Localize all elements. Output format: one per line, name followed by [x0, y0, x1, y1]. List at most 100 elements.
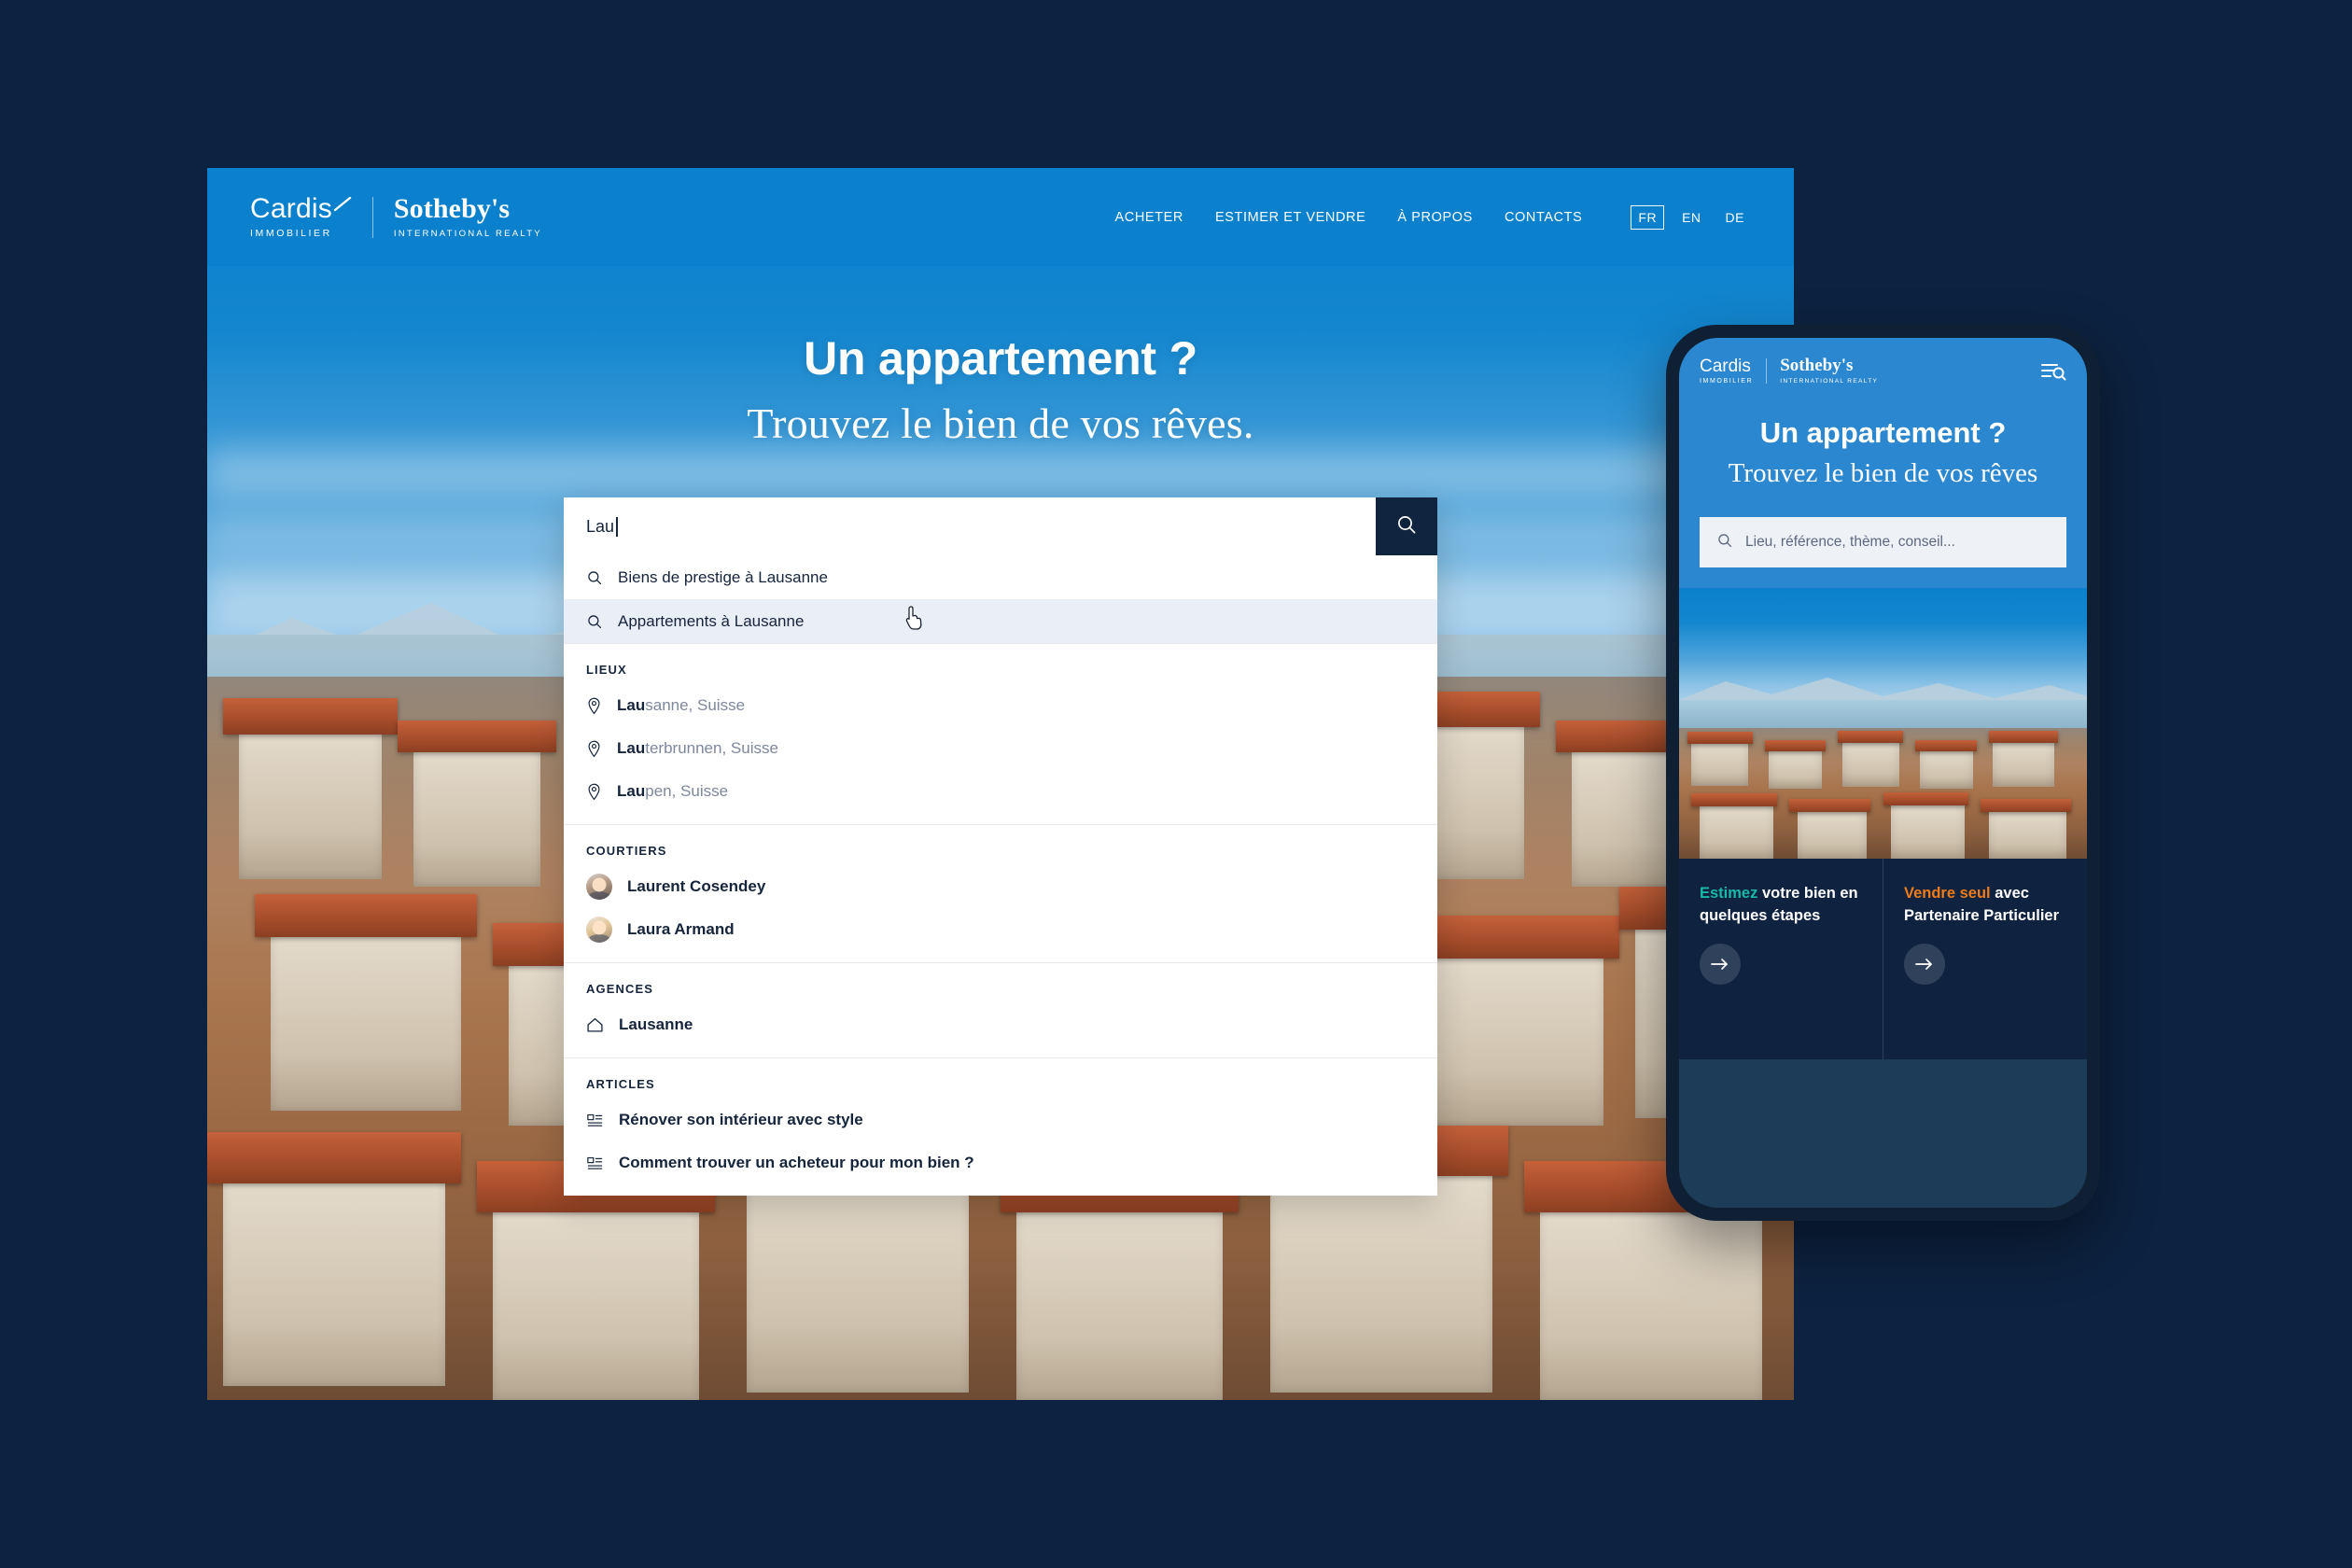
suggestion-label: Biens de prestige à Lausanne [618, 567, 828, 586]
language-switcher: FR EN DE [1631, 204, 1751, 230]
item-rest: sanne, Suisse [645, 696, 746, 714]
page-canvas: Cardis IMMOBILIER Sotheby's INTERNATIONA… [0, 0, 2352, 1568]
group-label: ARTICLES [586, 1077, 655, 1091]
search-icon [586, 569, 603, 586]
item-rest: terbrunnen, Suisse [645, 739, 778, 757]
list-item[interactable]: Laupen, Suisse [564, 770, 1437, 813]
search-bar: Lau [564, 497, 1437, 555]
list-item[interactable]: Lausanne, Suisse [564, 684, 1437, 727]
nav-item-contacts[interactable]: CONTACTS [1505, 210, 1582, 225]
mobile-brand-logo[interactable]: Cardis IMMOBILIER Sotheby's INTERNATIONA… [1700, 357, 2066, 385]
cardis-swoosh-icon [333, 189, 352, 212]
search-input[interactable]: Lau [564, 497, 1376, 555]
avatar [586, 917, 612, 943]
desktop-mockup: Cardis IMMOBILIER Sotheby's INTERNATIONA… [207, 168, 1794, 1400]
sothebys-wordmark: Sotheby's [1780, 356, 1854, 375]
lang-de[interactable]: DE [1719, 206, 1751, 229]
hero-line-2: Trouvez le bien de vos rêves. [747, 399, 1254, 447]
list-item[interactable]: Comment trouver un acheteur pour mon bie… [564, 1141, 1437, 1184]
mobile-hero-line-1: Un appartement ? [1759, 416, 2007, 449]
suggestion-row[interactable]: Appartements à Lausanne [564, 599, 1437, 643]
suggestion-row[interactable]: Biens de prestige à Lausanne [564, 555, 1437, 599]
mobile-hero-line-2: Trouvez le bien de vos rêves [1728, 458, 2038, 488]
arrow-right-icon[interactable] [1904, 944, 1945, 986]
sothebys-tagline: INTERNATIONAL REALTY [393, 229, 542, 239]
suggestion-group-articles: ARTICLES Rénover son intérieur avec styl… [564, 1057, 1437, 1196]
nav-item-estimer-et-vendre[interactable]: ESTIMER ET VENDRE [1215, 210, 1365, 225]
map-pin-icon [586, 697, 602, 715]
article-icon [586, 1155, 604, 1171]
cardis-tagline: IMMOBILIER [1700, 377, 1754, 385]
suggestion-group-courtiers: COURTIERS Laurent Cosendey Laura Armand [564, 824, 1437, 962]
lang-en[interactable]: EN [1675, 206, 1707, 229]
menu-search-icon[interactable] [2040, 360, 2066, 387]
list-item[interactable]: Rénover son intérieur avec style [564, 1099, 1437, 1141]
search-suggestions-dropdown: Biens de prestige à Lausanne Appartement… [564, 555, 1437, 1196]
mobile-search-input[interactable]: Lieu, référence, thème, conseil... [1700, 517, 2066, 568]
list-item[interactable]: Lausanne [564, 1003, 1437, 1046]
search-icon [1716, 532, 1733, 553]
group-label: COURTIERS [586, 844, 667, 858]
list-item[interactable]: Laurent Cosendey [564, 865, 1437, 908]
cardis-logo: Cardis IMMOBILIER [250, 195, 352, 239]
mobile-cta-cards: Estimez votre bien en quelques étapes Ve… [1679, 859, 2087, 1060]
group-label: AGENCES [586, 982, 653, 996]
cta-card-vendre-seul[interactable]: Vendre seul avec Partenaire Particulier [1883, 859, 2087, 1060]
logo-divider [371, 196, 373, 238]
item-prefix: Lau [617, 739, 646, 757]
text-caret [616, 516, 618, 537]
lang-fr[interactable]: FR [1631, 204, 1665, 230]
item-prefix: Lau [617, 782, 646, 800]
rooftops [1679, 728, 2087, 860]
map-pin-icon [586, 783, 602, 801]
mobile-hero-title: Un appartement ? Trouvez le bien de vos … [1679, 385, 2087, 518]
item-prefix: Comment trouver un acheteur pour mon bie… [619, 1154, 974, 1171]
article-icon [586, 1113, 604, 1128]
mobile-header: Cardis IMMOBILIER Sotheby's INTERNATIONA… [1679, 338, 2087, 385]
home-icon [586, 1016, 604, 1033]
item-prefix: Lau [617, 696, 646, 714]
sothebys-tagline: INTERNATIONAL REALTY [1780, 378, 1879, 385]
search-icon [586, 613, 603, 630]
item-prefix: Laura Armand [627, 920, 735, 938]
arrow-right-icon[interactable] [1700, 944, 1741, 986]
item-prefix: Lausanne [619, 1015, 693, 1033]
mobile-screen: Cardis IMMOBILIER Sotheby's INTERNATIONA… [1679, 338, 2087, 1208]
hero-line-1: Un appartement ? [804, 332, 1197, 385]
search-input-value: Lau [586, 516, 615, 536]
brand-logo[interactable]: Cardis IMMOBILIER Sotheby's INTERNATIONA… [250, 193, 542, 240]
suggestion-group-lieux: LIEUX Lausanne, Suisse Lauterbrunnen, Su… [564, 643, 1437, 824]
lake-layer [1679, 700, 2087, 733]
logo-divider [1766, 357, 1768, 384]
group-label: LIEUX [586, 663, 627, 677]
cta-card-estimez[interactable]: Estimez votre bien en quelques étapes [1679, 859, 1883, 1059]
item-prefix: Rénover son intérieur avec style [619, 1111, 863, 1128]
mobile-mockup: Cardis IMMOBILIER Sotheby's INTERNATIONA… [1666, 325, 2100, 1221]
cloud-band [207, 448, 1794, 498]
sothebys-logo: Sotheby's INTERNATIONAL REALTY [393, 193, 542, 240]
list-item[interactable]: Lauterbrunnen, Suisse [564, 727, 1437, 770]
nav-item-acheter[interactable]: ACHETER [1114, 210, 1183, 225]
hero-title: Un appartement ? Trouvez le bien de vos … [207, 331, 1794, 448]
sothebys-wordmark: Sotheby's [393, 193, 511, 224]
city-layer [1679, 728, 2087, 860]
mouse-cursor-pointer-icon [904, 605, 925, 631]
nav-item-a-propos[interactable]: À PROPOS [1397, 210, 1473, 225]
search-submit-button[interactable] [1376, 497, 1437, 555]
cta-accent-text: Vendre seul [1904, 885, 1991, 903]
cardis-tagline: IMMOBILIER [250, 228, 332, 239]
mobile-search-container: Lieu, référence, thème, conseil... [1679, 517, 2087, 589]
cardis-wordmark: Cardis [250, 193, 332, 224]
avatar [586, 874, 612, 900]
mobile-hero-photo [1679, 588, 2087, 860]
suggestion-group-agences: AGENCES Lausanne [564, 962, 1437, 1057]
map-pin-icon [586, 740, 602, 758]
search-panel: Lau Biens de prestige à Lausanne Apparte… [564, 497, 1437, 1196]
item-rest: pen, Suisse [645, 782, 729, 800]
search-icon [1395, 513, 1418, 540]
cardis-wordmark: Cardis [1700, 356, 1751, 376]
main-navigation: ACHETER ESTIMER ET VENDRE À PROPOS CONTA… [1114, 204, 1751, 230]
mobile-search-placeholder: Lieu, référence, thème, conseil... [1745, 534, 1955, 551]
list-item[interactable]: Laura Armand [564, 908, 1437, 951]
cta-accent-text: Estimez [1700, 885, 1758, 903]
